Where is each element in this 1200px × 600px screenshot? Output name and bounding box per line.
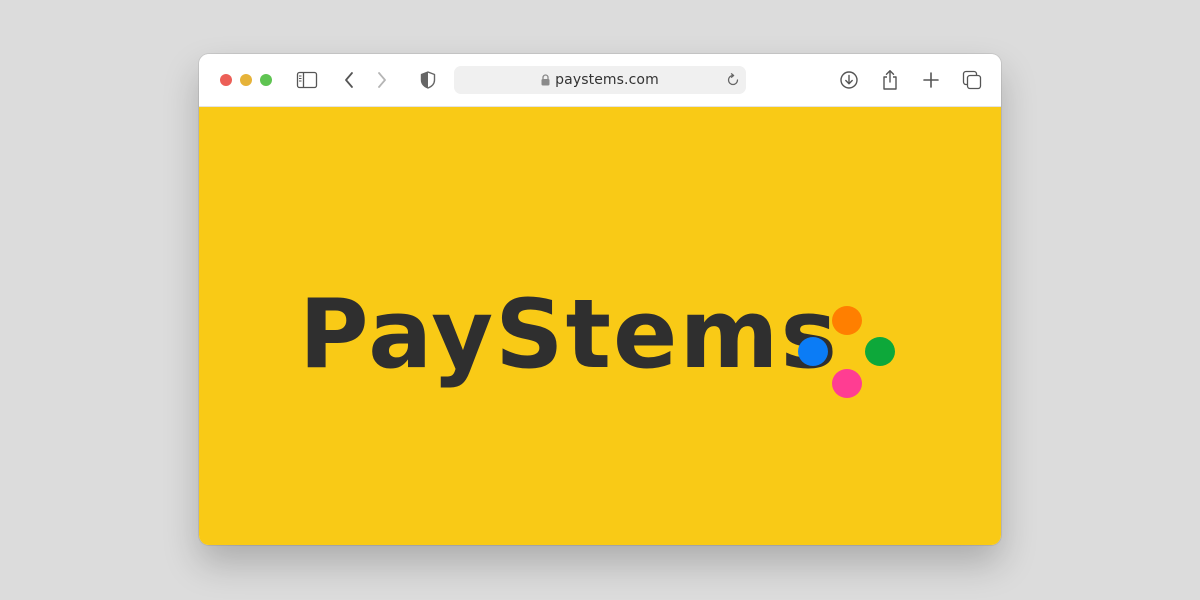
logo-dot-right	[865, 337, 895, 366]
browser-window: paystems.com PayStems	[199, 54, 1001, 545]
browser-toolbar: paystems.com	[199, 54, 1001, 107]
logo-dot-top	[832, 306, 862, 335]
address-center: paystems.com	[454, 66, 746, 94]
logo-dots-icon	[798, 306, 895, 398]
logo-dot-bottom	[832, 369, 862, 398]
sidebar-icon[interactable]	[294, 67, 320, 93]
page-content: PayStems	[199, 107, 1001, 545]
lock-icon	[541, 71, 550, 90]
reload-icon[interactable]	[724, 71, 742, 89]
tab-overview-icon[interactable]	[959, 67, 985, 93]
paystems-logo[interactable]: PayStems	[299, 288, 839, 383]
close-window-button[interactable]	[220, 74, 232, 86]
address-bar[interactable]: paystems.com	[454, 66, 746, 94]
logo-wordmark: PayStems	[299, 280, 839, 390]
chevron-left-icon[interactable]	[336, 67, 362, 93]
plus-icon[interactable]	[918, 67, 944, 93]
url-text: paystems.com	[555, 72, 659, 88]
chevron-right-icon[interactable]	[369, 67, 395, 93]
maximize-window-button[interactable]	[260, 74, 272, 86]
shield-icon[interactable]	[415, 67, 441, 93]
share-icon[interactable]	[877, 67, 903, 93]
minimize-window-button[interactable]	[240, 74, 252, 86]
logo-dot-left	[798, 337, 828, 366]
download-icon[interactable]	[836, 67, 862, 93]
